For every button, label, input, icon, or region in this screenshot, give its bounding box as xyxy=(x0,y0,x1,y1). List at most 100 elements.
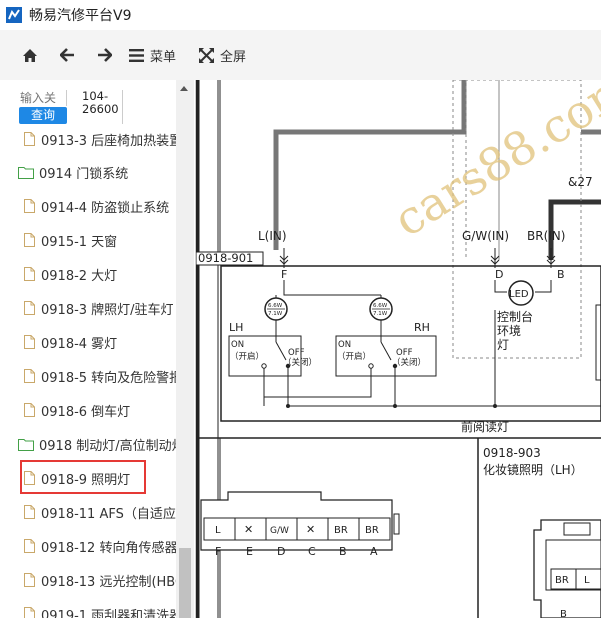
tree-folder-label: 0918 制动灯/高位制动灯 xyxy=(39,438,176,454)
rh-open-label: （开启） xyxy=(337,351,371,362)
file-icon xyxy=(24,607,35,618)
bulb-lh-spec2: 7.1W xyxy=(268,311,283,317)
file-icon xyxy=(24,301,35,315)
app-logo-icon xyxy=(6,7,22,23)
sidebar: 查询 104- 26600 0913-3 后座椅加热装置 0914 门锁系统 0… xyxy=(0,80,196,618)
letter-a: A xyxy=(370,545,378,558)
home-button[interactable] xyxy=(22,48,38,63)
code-line-2: 26600 xyxy=(82,102,119,116)
tree-item-label: 0918-11 AFS（自适应 xyxy=(41,506,176,522)
tree-item[interactable]: 0918-13 远光控制(HBC xyxy=(24,569,176,591)
file-icon xyxy=(24,233,35,247)
tree-item-label: 0918-5 转向及危险警报 xyxy=(41,370,176,386)
right-cell-l: L xyxy=(584,575,590,586)
hamburger-menu-icon xyxy=(129,48,144,62)
category-tree: 0913-3 后座椅加热装置 0914 门锁系统 0914-4 防盗锁止系统 0… xyxy=(0,130,176,618)
bulb-lh-spec1: 6.6W xyxy=(268,303,283,309)
code-field[interactable]: 104- 26600 xyxy=(82,90,123,124)
tree-item[interactable]: 0918-2 大灯 xyxy=(24,263,176,285)
fullscreen-icon xyxy=(199,47,215,63)
pin-f-label: F xyxy=(281,268,287,281)
forward-button[interactable] xyxy=(97,48,112,62)
folder-icon xyxy=(18,166,34,179)
lh-on-label: ON xyxy=(231,340,244,350)
window-title: 畅易汽修平台V9 xyxy=(29,8,132,24)
amp27-label: &27 xyxy=(568,175,593,189)
tree-item[interactable]: 0918-4 雾灯 xyxy=(24,331,176,353)
cell-b: BR xyxy=(334,525,348,536)
file-icon xyxy=(24,403,35,417)
lh-open-label: （开启） xyxy=(230,351,264,362)
tree-item[interactable]: 0918-6 倒车灯 xyxy=(24,399,176,421)
rh-label: RH xyxy=(414,321,430,334)
sidebar-scrollbar[interactable] xyxy=(176,80,194,618)
file-icon xyxy=(24,267,35,281)
tree-item[interactable]: 0919-1 雨刮器和清洗器 xyxy=(24,603,176,618)
letter-b: B xyxy=(339,545,347,558)
tree-item-label: 0918-6 倒车灯 xyxy=(41,404,131,420)
tree-item[interactable]: 0914-4 防盗锁止系统 xyxy=(24,195,176,217)
right-letter-b: B xyxy=(560,609,567,618)
wire-gw-label: G/W(IN) xyxy=(462,229,509,243)
cell-d: G/W xyxy=(270,526,289,536)
tree-item-label: 0918-12 转向角传感器 xyxy=(41,540,176,556)
tree-item[interactable]: 0913-3 后座椅加热装置 xyxy=(24,130,176,150)
tree-item[interactable]: 0918-3 牌照灯/驻车灯 xyxy=(24,297,176,319)
scroll-up-arrow-icon[interactable] xyxy=(180,86,188,91)
led-label: LED xyxy=(509,289,529,300)
tree-item-label: 0918-13 远光控制(HBC xyxy=(41,574,176,590)
tree-item-label: 0918-2 大灯 xyxy=(41,268,118,284)
wiring-diagram-svg: cars88.com &27 L(IN) G/W(IN) BR(IN) 0918… xyxy=(196,80,601,618)
file-icon xyxy=(24,573,35,587)
tree-item-label: 0918-4 雾灯 xyxy=(41,336,118,352)
back-button[interactable] xyxy=(60,48,75,62)
tree-item[interactable]: 0918-5 转向及危险警报 xyxy=(24,365,176,387)
selection-highlight xyxy=(20,460,146,494)
cell-c: ✕ xyxy=(306,523,315,536)
search-input[interactable] xyxy=(20,90,67,106)
toolbar: 菜单 全屏 xyxy=(0,30,601,81)
file-icon xyxy=(24,505,35,519)
fullscreen-label: 全屏 xyxy=(220,49,247,65)
tree-item-label: 0918-3 牌照灯/驻车灯 xyxy=(41,302,174,318)
wire-l-label: L(IN) xyxy=(258,229,287,243)
file-icon xyxy=(24,539,35,553)
search-area: 查询 104- 26600 xyxy=(0,80,176,130)
arrow-right-icon xyxy=(98,48,112,62)
letter-d: D xyxy=(277,545,285,558)
tree-item[interactable]: 0918-11 AFS（自适应 xyxy=(24,501,176,523)
scroll-thumb[interactable] xyxy=(179,548,191,618)
front-reading-lamp-label: 前阅读灯 xyxy=(461,419,509,434)
tree-item[interactable]: 0918-12 转向角传感器 xyxy=(24,535,176,557)
tree-item-label: 0913-3 后座椅加热装置 xyxy=(41,133,176,149)
vanity-lamp-label: 化妆镜照明（LH） xyxy=(483,462,583,477)
title-bar: 畅易汽修平台V9 xyxy=(0,0,601,30)
tree-item[interactable]: 0915-1 天窗 xyxy=(24,229,176,251)
folder-icon xyxy=(18,438,34,451)
connector-903-label: 0918-903 xyxy=(483,446,541,460)
letter-e: E xyxy=(246,545,253,558)
pin-d-label: D xyxy=(495,268,503,281)
cell-a: BR xyxy=(365,525,379,536)
pin-b-label: B xyxy=(557,268,565,281)
tree-item-label: 0915-1 天窗 xyxy=(41,234,118,250)
bulb-rh-spec2: 7.1W xyxy=(373,311,388,317)
right-cell-br: BR xyxy=(555,575,569,586)
home-icon xyxy=(23,48,37,62)
ambient-label-3: 灯 xyxy=(497,338,509,352)
file-icon xyxy=(24,369,35,383)
tree-folder[interactable]: 0918 制动灯/高位制动灯 xyxy=(18,433,176,455)
wiring-diagram[interactable]: cars88.com &27 L(IN) G/W(IN) BR(IN) 0918… xyxy=(196,80,601,618)
menu-button[interactable]: 菜单 xyxy=(129,46,176,65)
menu-label: 菜单 xyxy=(150,49,177,65)
letter-f: F xyxy=(215,545,221,558)
lh-off-label: OFF xyxy=(288,348,305,358)
tree-folder[interactable]: 0914 门锁系统 xyxy=(18,161,176,183)
search-button[interactable]: 查询 xyxy=(19,107,67,124)
tree-item-label: 0919-1 雨刮器和清洗器 xyxy=(41,608,176,618)
cell-f: L xyxy=(215,525,221,536)
fullscreen-button[interactable]: 全屏 xyxy=(199,46,246,65)
watermark-text: cars88.com xyxy=(384,80,601,247)
letter-c: C xyxy=(308,545,316,558)
tree-item-label: 0914-4 防盗锁止系统 xyxy=(41,200,170,216)
